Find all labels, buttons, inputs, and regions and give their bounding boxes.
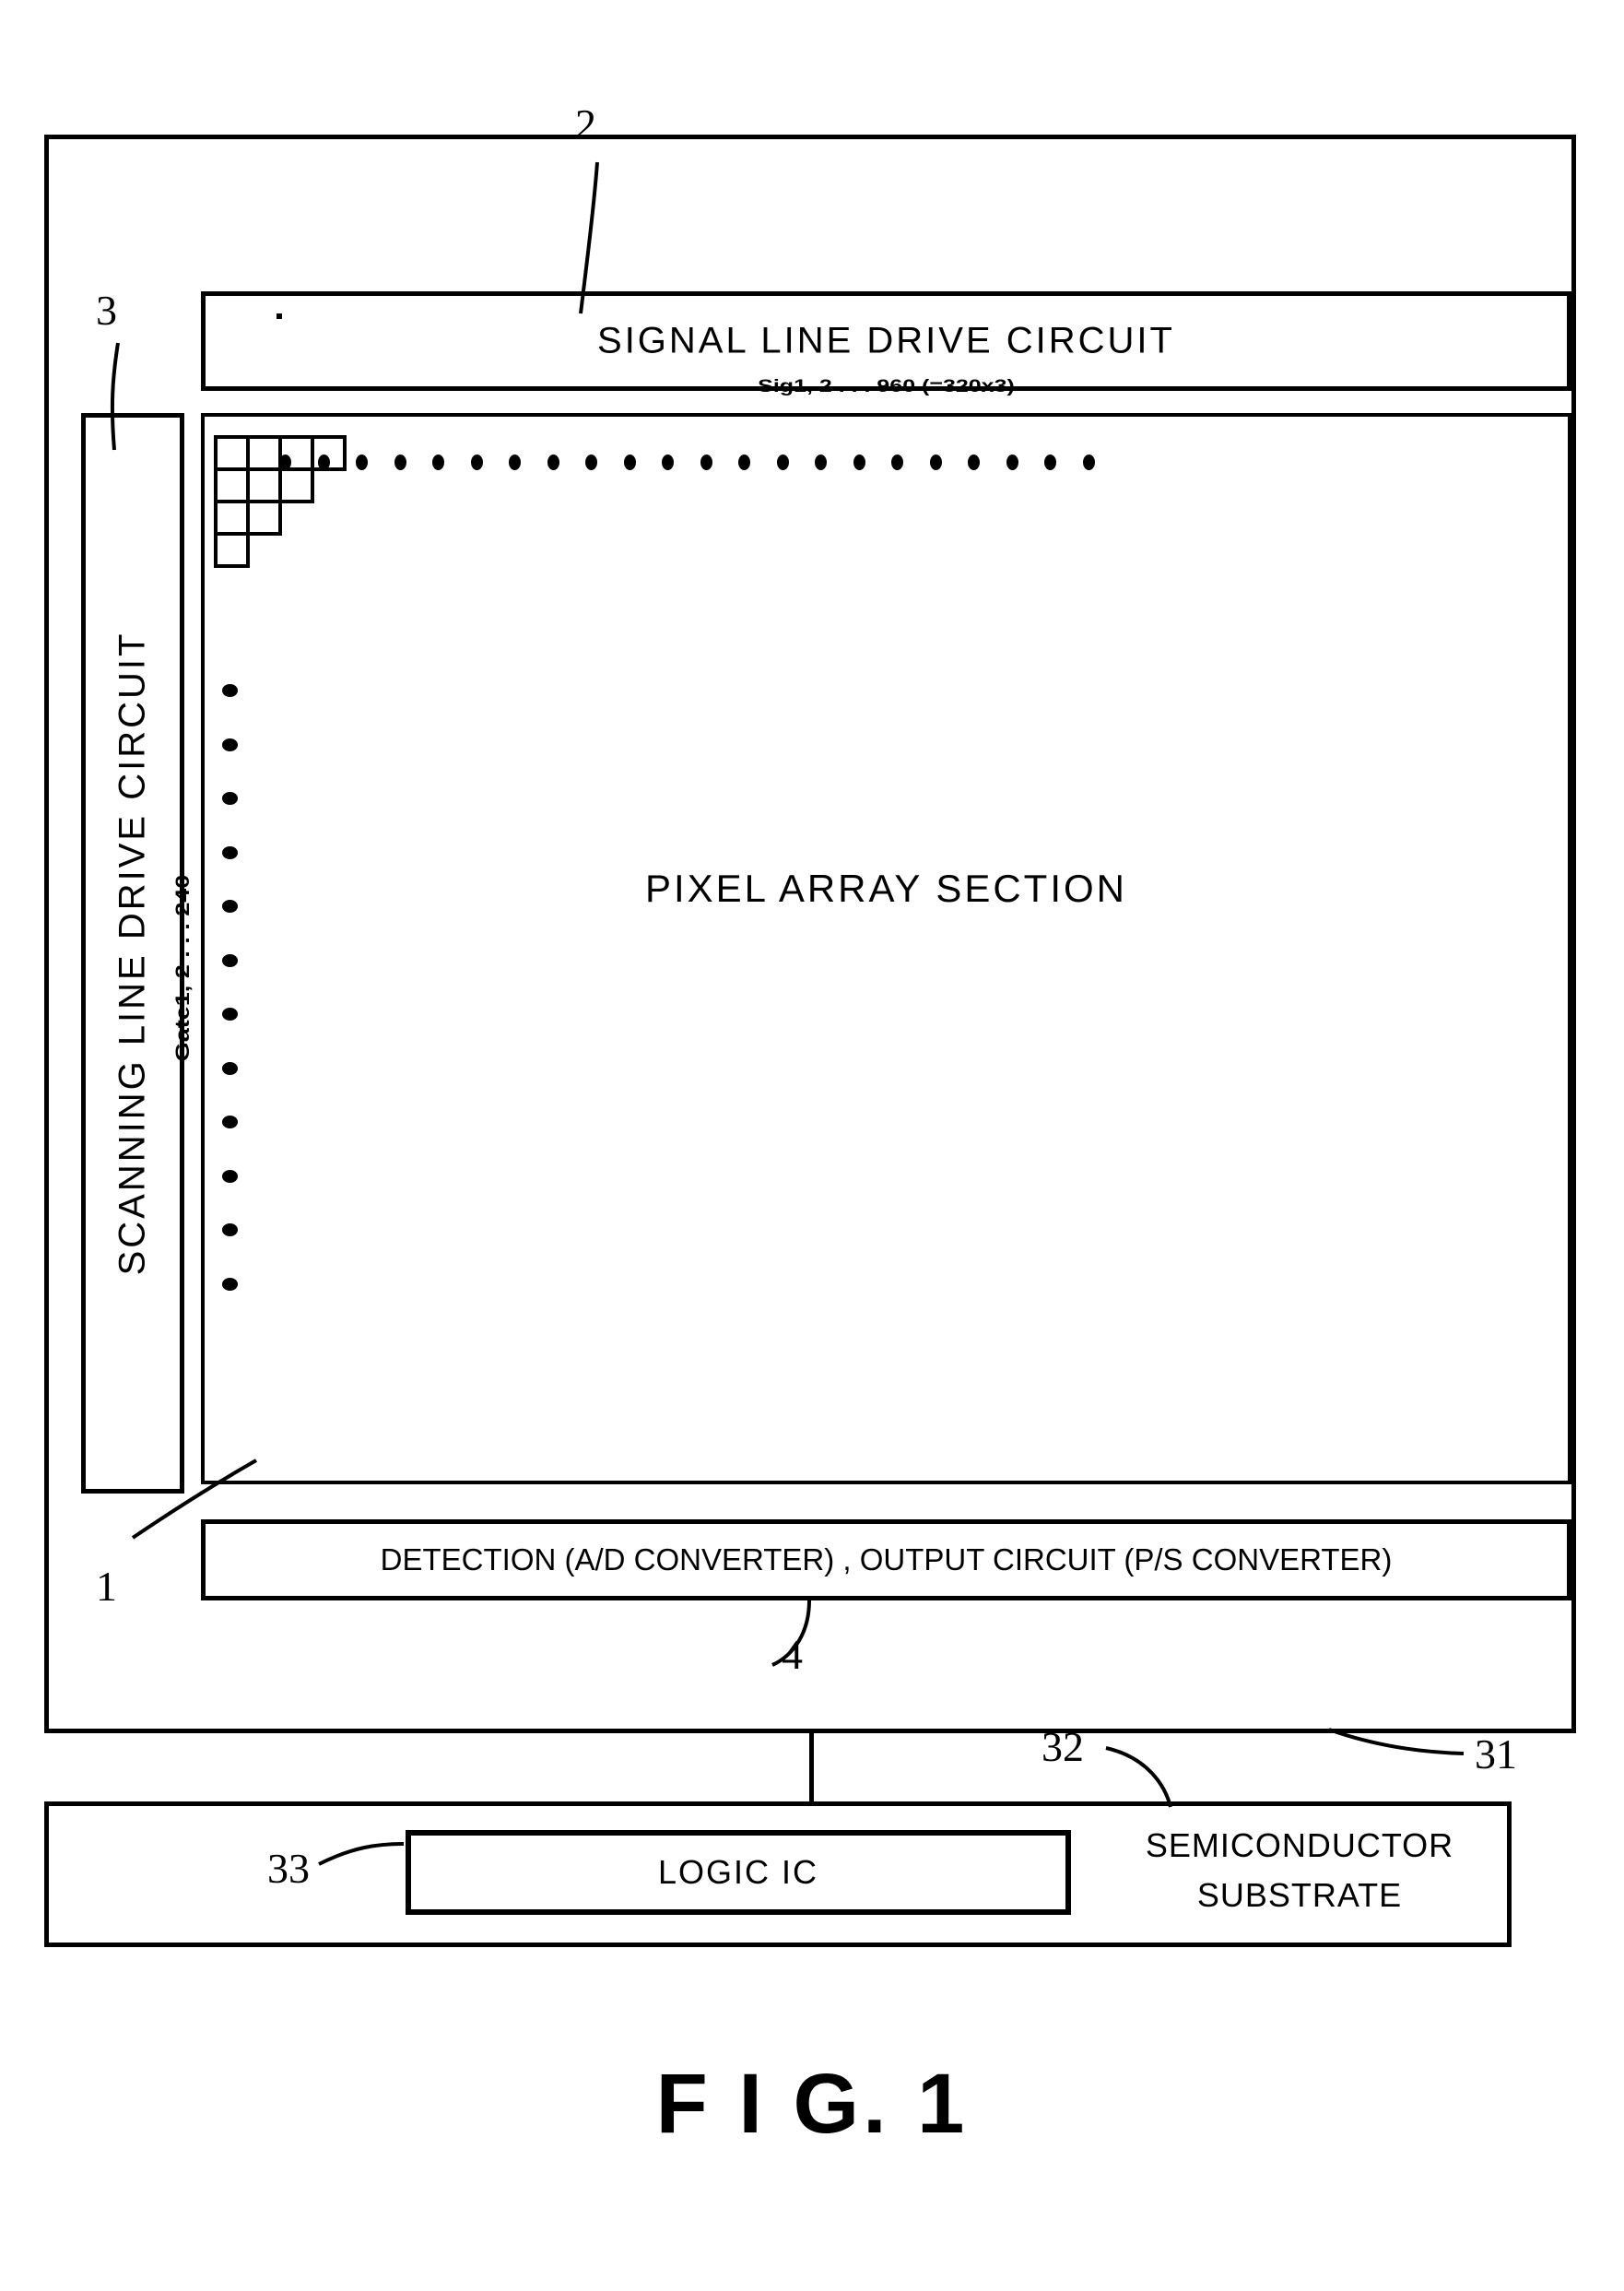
ellipsis-dot-horizontal — [1006, 455, 1018, 470]
ellipsis-dot-horizontal — [623, 455, 636, 470]
logic-ic-block: LOGIC IC — [406, 1830, 1071, 1915]
ellipsis-dot-horizontal — [317, 455, 330, 470]
ellipsis-dot-vertical — [222, 953, 238, 967]
reference-numeral-3: 3 — [96, 287, 117, 334]
ellipsis-dot-horizontal — [585, 455, 597, 470]
ellipsis-dot-horizontal — [547, 455, 559, 470]
ellipsis-dot-horizontal — [853, 455, 865, 470]
reference-numeral-4: 4 — [782, 1631, 803, 1678]
reference-numeral-32: 32 — [1041, 1723, 1084, 1770]
ellipsis-dot-vertical — [222, 1223, 238, 1236]
pixel-array-section-label: PIXEL ARRAY SECTION — [644, 867, 1128, 910]
pixel-cell — [214, 467, 250, 503]
ellipsis-dot-horizontal — [279, 455, 291, 470]
pixel-cell — [246, 467, 282, 503]
ellipsis-dot-horizontal — [1082, 455, 1095, 470]
pixel-cell — [278, 467, 314, 503]
reference-numeral-1: 1 — [96, 1563, 117, 1610]
ellipsis-dot-horizontal — [470, 455, 483, 470]
reference-numeral-31: 31 — [1475, 1730, 1517, 1777]
pixel-cell — [246, 500, 282, 536]
ellipsis-dot-horizontal — [432, 455, 444, 470]
pixel-cell — [214, 435, 250, 471]
ellipsis-dot-vertical — [222, 738, 238, 751]
ellipsis-dot-horizontal — [394, 455, 406, 470]
ellipsis-dot-vertical — [222, 845, 238, 859]
pixel-cell — [246, 435, 282, 471]
chip-substrate-connector — [809, 1733, 814, 1802]
ellipsis-dot-horizontal — [700, 455, 712, 470]
ellipsis-dot-horizontal — [509, 455, 521, 470]
ellipsis-dot-vertical — [222, 1169, 238, 1183]
ellipsis-dot-vertical — [222, 1008, 238, 1021]
semiconductor-substrate-label-line1: SEMICONDUCTOR — [1145, 1826, 1454, 1864]
detection-output-circuit-block: DETECTION (A/D CONVERTER) , OUTPUT CIRCU… — [201, 1519, 1571, 1600]
ellipsis-dot-horizontal — [891, 455, 903, 470]
detection-output-circuit-label: DETECTION (A/D CONVERTER) , OUTPUT CIRCU… — [380, 1542, 1393, 1577]
reference-numeral-2: 2 — [575, 100, 596, 148]
ellipsis-dot-horizontal — [815, 455, 827, 470]
gate-bus-caption-text: Gate1, 2 . . . 240 — [171, 874, 194, 1062]
scanning-line-drive-circuit-label: SCANNING LINE DRIVE CIRCUIT — [112, 631, 153, 1276]
ellipsis-dot-horizontal — [356, 455, 368, 470]
scan-speck — [277, 313, 282, 319]
semiconductor-substrate-label: SEMICONDUCTOR SUBSTRATE — [1106, 1821, 1493, 1920]
semiconductor-substrate-label-line2: SUBSTRATE — [1196, 1876, 1403, 1914]
ellipsis-dot-horizontal — [1044, 455, 1056, 470]
ellipsis-dot-vertical — [222, 1061, 238, 1075]
ellipsis-dot-horizontal — [968, 455, 980, 470]
ellipsis-dot-vertical — [222, 792, 238, 805]
signal-line-drive-circuit-label: SIGNAL LINE DRIVE CIRCUIT — [597, 320, 1175, 361]
signal-bus-caption: Sig1, 2 . . . 960 (=320x3) — [758, 376, 1015, 396]
logic-ic-label: LOGIC IC — [657, 1853, 819, 1891]
figure-caption: F I G. 1 — [655, 2057, 969, 2151]
pixel-array-section-block — [201, 413, 1571, 1484]
ellipsis-dot-vertical — [222, 1277, 238, 1291]
ellipsis-dot-horizontal — [662, 455, 674, 470]
ellipsis-dot-horizontal — [738, 455, 750, 470]
pixel-cell — [214, 532, 250, 568]
ellipsis-dot-vertical — [222, 900, 238, 913]
reference-numeral-33: 33 — [267, 1845, 310, 1892]
ellipsis-dot-horizontal — [929, 455, 942, 470]
pixel-cell — [214, 500, 250, 536]
ellipsis-dot-vertical — [222, 1116, 238, 1128]
patent-figure-page: SIGNAL LINE DRIVE CIRCUIT Sig1, 2 . . . … — [0, 0, 1624, 2291]
ellipsis-dot-vertical — [222, 684, 238, 697]
ellipsis-dot-horizontal — [776, 455, 789, 470]
gate-bus-caption: Gate1, 2 . . . 240 — [164, 645, 201, 1291]
